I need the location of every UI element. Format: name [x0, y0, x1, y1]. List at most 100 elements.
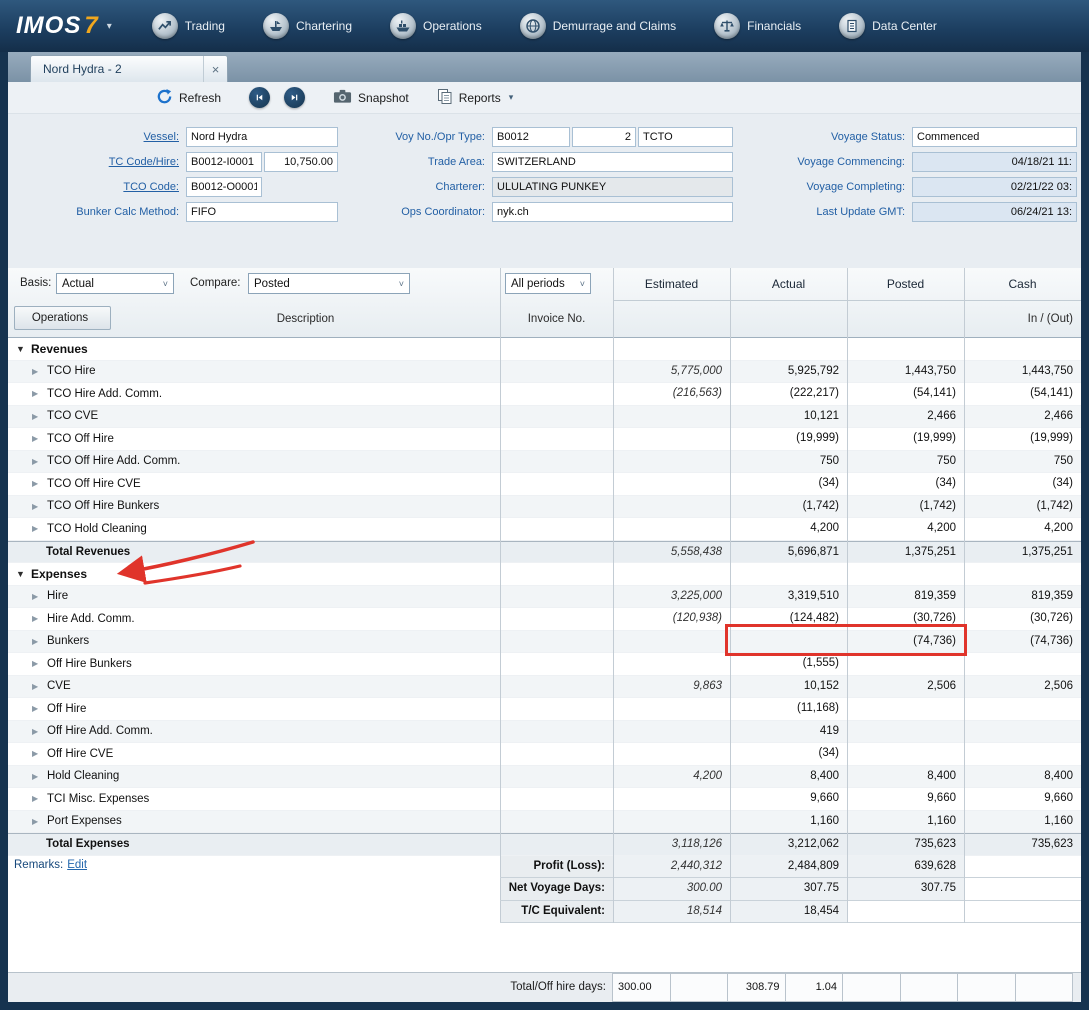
- logo-menu-caret-icon[interactable]: [107, 21, 112, 32]
- nav-item-data-center[interactable]: Data Center: [839, 13, 937, 39]
- cell-estimated: [613, 563, 730, 585]
- trading-icon: [152, 13, 178, 39]
- reports-button[interactable]: Reports: [437, 88, 514, 108]
- expand-arrow-icon[interactable]: ▶: [32, 592, 47, 601]
- remarks-edit-link[interactable]: Edit: [67, 859, 87, 871]
- pnl-row-revenues[interactable]: ▼ Revenues: [8, 338, 1081, 361]
- pnl-row-bunkers[interactable]: ▶ Bunkers (74,736) (74,736): [8, 631, 1081, 654]
- pnl-row-hold-cleaning[interactable]: ▶ Hold Cleaning 4,200 8,400 8,400 8,400: [8, 766, 1081, 789]
- expand-arrow-icon[interactable]: ▶: [32, 794, 47, 803]
- pnl-row-expenses[interactable]: ▼ Expenses: [8, 563, 1081, 586]
- row-label: TCO Off Hire CVE: [47, 478, 141, 490]
- basis-dropdown[interactable]: Actual: [56, 273, 174, 294]
- chevron-down-icon: [157, 279, 168, 289]
- nav-item-chartering[interactable]: Chartering: [263, 13, 352, 39]
- operations-dropdown-button[interactable]: Operations: [14, 306, 111, 330]
- voyage-seq-field[interactable]: [572, 127, 636, 147]
- vessel-field[interactable]: [186, 127, 338, 147]
- tco-code-field[interactable]: [186, 177, 262, 197]
- nav-item-trading[interactable]: Trading: [152, 13, 225, 39]
- expand-arrow-icon[interactable]: ▶: [32, 659, 47, 668]
- bunker-calc-method-label: Bunker Calc Method:: [12, 206, 186, 218]
- pnl-row-tco-hire-add-comm[interactable]: ▶ TCO Hire Add. Comm. (216,563) (222,217…: [8, 383, 1081, 406]
- expand-arrow-icon[interactable]: ▶: [32, 704, 47, 713]
- pnl-row-hire[interactable]: ▶ Hire 3,225,000 3,319,510 819,359 819,3…: [8, 586, 1081, 609]
- pnl-row-off-hire[interactable]: ▶ Off Hire (11,168): [8, 698, 1081, 721]
- cell-posted: (34): [847, 473, 964, 495]
- pnl-row-tco-off-hire-add-comm[interactable]: ▶ TCO Off Hire Add. Comm. 750 750 750: [8, 451, 1081, 474]
- summary-actual: 307.75: [730, 878, 847, 900]
- cell-actual: (124,482): [730, 608, 847, 630]
- expand-arrow-icon[interactable]: ▶: [32, 367, 47, 376]
- pnl-row-port-expenses[interactable]: ▶ Port Expenses 1,160 1,160 1,160: [8, 811, 1081, 834]
- pnl-row-off-hire-bunkers[interactable]: ▶ Off Hire Bunkers (1,555): [8, 653, 1081, 676]
- expand-arrow-icon[interactable]: ▶: [32, 772, 47, 781]
- pnl-row-off-hire-add-comm[interactable]: ▶ Off Hire Add. Comm. 419: [8, 721, 1081, 744]
- expand-arrow-icon[interactable]: ▶: [32, 479, 47, 488]
- pnl-row-tco-off-hire[interactable]: ▶ TCO Off Hire (19,999) (19,999) (19,999…: [8, 428, 1081, 451]
- tab-nord-hydra-2[interactable]: Nord Hydra - 2: [30, 55, 228, 82]
- expand-arrow-icon[interactable]: ▶: [32, 434, 47, 443]
- expand-arrow-icon[interactable]: ▼: [16, 344, 31, 354]
- snapshot-button[interactable]: Snapshot: [333, 88, 409, 107]
- top-nav: IMOS 7 Trading Chartering Opera: [0, 0, 1089, 52]
- pnl-row-tci-misc-expenses[interactable]: ▶ TCI Misc. Expenses 9,660 9,660 9,660: [8, 788, 1081, 811]
- trade-area-field[interactable]: [492, 152, 733, 172]
- pnl-row-tco-cve[interactable]: ▶ TCO CVE 10,121 2,466 2,466: [8, 406, 1081, 429]
- expand-arrow-icon[interactable]: ▶: [32, 524, 47, 533]
- pnl-row-tco-off-hire-cve[interactable]: ▶ TCO Off Hire CVE (34) (34) (34): [8, 473, 1081, 496]
- expand-arrow-icon[interactable]: ▶: [32, 502, 47, 511]
- nav-item-demurrage-and-claims[interactable]: Demurrage and Claims: [520, 13, 676, 39]
- nav-item-operations[interactable]: Operations: [390, 13, 482, 39]
- row-label: Off Hire Add. Comm.: [47, 725, 153, 737]
- refresh-button[interactable]: Refresh: [156, 88, 221, 108]
- row-description-cell: ▼ Expenses: [8, 563, 500, 585]
- cell-invoice: [500, 518, 613, 540]
- pnl-row-tco-hire[interactable]: ▶ TCO Hire 5,775,000 5,925,792 1,443,750…: [8, 361, 1081, 384]
- column-header-cash: Cash: [964, 268, 1081, 300]
- last-record-button[interactable]: [284, 87, 305, 108]
- cell-posted: 2,506: [847, 676, 964, 698]
- bunker-calc-method-field[interactable]: [186, 202, 338, 222]
- pnl-row-cve[interactable]: ▶ CVE 9,863 10,152 2,506 2,506: [8, 676, 1081, 699]
- expand-arrow-icon[interactable]: ▶: [32, 389, 47, 398]
- row-description-cell: ▶ Hire: [8, 586, 500, 608]
- financials-icon: [714, 13, 740, 39]
- expand-arrow-icon[interactable]: ▶: [32, 727, 47, 736]
- expand-arrow-icon[interactable]: ▼: [16, 569, 31, 579]
- ops-coordinator-field[interactable]: [492, 202, 733, 222]
- voyage-number-field[interactable]: [492, 127, 570, 147]
- pnl-row-hire-add-comm[interactable]: ▶ Hire Add. Comm. (120,938) (124,482) (3…: [8, 608, 1081, 631]
- voyage-status-field[interactable]: [912, 127, 1077, 147]
- expand-arrow-icon[interactable]: ▶: [32, 749, 47, 758]
- expand-arrow-icon[interactable]: ▶: [32, 637, 47, 646]
- expand-arrow-icon[interactable]: ▶: [32, 817, 47, 826]
- pnl-row-total-expenses[interactable]: Total Expenses 3,118,126 3,212,062 735,6…: [8, 833, 1081, 856]
- pnl-row-tco-off-hire-bunkers[interactable]: ▶ TCO Off Hire Bunkers (1,742) (1,742) (…: [8, 496, 1081, 519]
- expand-arrow-icon[interactable]: ▶: [32, 682, 47, 691]
- pnl-row-total-revenues[interactable]: Total Revenues 5,558,438 5,696,871 1,375…: [8, 541, 1081, 564]
- expand-arrow-icon[interactable]: ▶: [32, 457, 47, 466]
- operations-label: Operations: [32, 312, 88, 324]
- row-label: Hold Cleaning: [47, 770, 119, 782]
- expand-arrow-icon[interactable]: ▶: [32, 614, 47, 623]
- pnl-row-tco-hold-cleaning[interactable]: ▶ TCO Hold Cleaning 4,200 4,200 4,200: [8, 518, 1081, 541]
- nav-item-financials[interactable]: Financials: [714, 13, 801, 39]
- vessel-label[interactable]: Vessel:: [12, 131, 186, 143]
- tco-code-label[interactable]: TCO Code:: [12, 181, 186, 193]
- compare-dropdown[interactable]: Posted: [248, 273, 410, 294]
- opr-type-field[interactable]: [638, 127, 733, 147]
- cell-cash: 750: [964, 451, 1081, 473]
- pnl-row-off-hire-cve[interactable]: ▶ Off Hire CVE (34): [8, 743, 1081, 766]
- periods-dropdown[interactable]: All periods: [505, 273, 591, 294]
- cell-invoice: [500, 428, 613, 450]
- tc-code-field[interactable]: [186, 152, 262, 172]
- charterer-field[interactable]: [492, 177, 733, 197]
- tab-close-icon[interactable]: [203, 56, 227, 82]
- tc-code-hire-label[interactable]: TC Code/Hire:: [12, 156, 186, 168]
- first-record-button[interactable]: [249, 87, 270, 108]
- cell-estimated: [613, 338, 730, 360]
- tc-hire-field[interactable]: [264, 152, 338, 172]
- pnl-table: Basis: Actual Compare: Posted All period…: [8, 268, 1081, 1002]
- expand-arrow-icon[interactable]: ▶: [32, 412, 47, 421]
